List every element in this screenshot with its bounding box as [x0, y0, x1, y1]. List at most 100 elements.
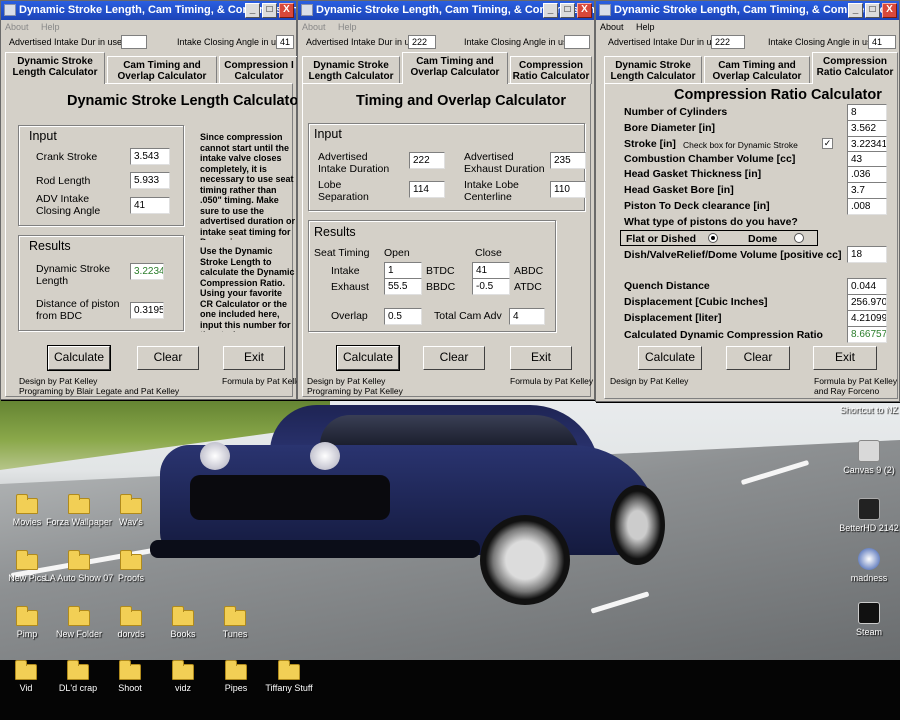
exit-button[interactable]: Exit: [510, 346, 572, 370]
exit-button[interactable]: Exit: [223, 346, 285, 370]
menu-about[interactable]: About: [600, 22, 624, 32]
flat-dished-radio[interactable]: [708, 233, 718, 243]
calculate-button[interactable]: Calculate: [336, 345, 400, 371]
dome-radio[interactable]: [794, 233, 804, 243]
flat-dished-label: Flat or Dished: [626, 233, 697, 245]
taskbar-icon-tiffany-stuff[interactable]: Tiffany Stuff: [254, 660, 324, 693]
tab-cam-timing[interactable]: Cam Timing and Overlap Calculator: [107, 56, 217, 84]
taskbar: Vid DL'd crap Shoot vidz Pipes Tiffany S…: [0, 660, 900, 720]
tab-compression[interactable]: Compression Ratio Calculator: [510, 56, 592, 84]
clear-button[interactable]: Clear: [423, 346, 485, 370]
intake-close-angle-label: Intake Closing Angle in use: [464, 37, 573, 47]
calculate-button[interactable]: Calculate: [638, 346, 702, 370]
quench-result: 0.044: [847, 278, 887, 295]
intake-lobe-centerline-input[interactable]: 110: [550, 181, 586, 198]
programming-credit: Programing by Blair Legate and Pat Kelle…: [19, 386, 180, 396]
title-bar[interactable]: Dynamic Stroke Length, Cam Timing, & Com…: [1, 1, 296, 20]
adv-intake-dur-label: Advertised Intake Dur in use: [9, 37, 123, 47]
maximize-button[interactable]: □: [865, 3, 880, 18]
seat-timing-label: Seat Timing: [314, 247, 370, 259]
close-button[interactable]: X: [279, 3, 294, 18]
calculate-button[interactable]: Calculate: [47, 345, 111, 371]
tab-compression[interactable]: Compression Ratio Calculator: [812, 52, 898, 84]
menu-help[interactable]: Help: [41, 22, 60, 32]
adv-intake-duration-input[interactable]: 222: [409, 152, 445, 169]
in-use-strip: Advertised Intake Dur in use 222 Intake …: [596, 34, 899, 52]
title-bar[interactable]: Dynamic Stroke Length, Cam Timing, & Com…: [596, 1, 899, 20]
exhaust-open-result: 55.5: [384, 278, 422, 295]
cylinders-input[interactable]: 8: [847, 104, 887, 121]
adv-intake-dur-field[interactable]: 222: [408, 35, 436, 49]
desktop-icon-steam[interactable]: Steam: [834, 602, 900, 637]
distance-bdc-result: 0.3195: [130, 302, 164, 319]
menu-about[interactable]: About: [5, 22, 29, 32]
desktop-icon-betterhd[interactable]: BetterHD 2142: [834, 498, 900, 533]
atdc-label: ATDC: [514, 281, 542, 293]
adv-intake-closing-input[interactable]: 41: [130, 197, 170, 214]
maximize-button[interactable]: □: [262, 3, 277, 18]
tab-dynamic-stroke[interactable]: Dynamic Stroke Length Calculator: [5, 52, 105, 84]
tab-dynamic-stroke[interactable]: Dynamic Stroke Length Calculator: [604, 56, 702, 84]
folder-icon: [224, 606, 246, 626]
desktop-icon-madness[interactable]: madness: [834, 548, 900, 583]
minimize-button[interactable]: _: [245, 3, 260, 18]
gasket-thickness-input[interactable]: .036: [847, 166, 887, 183]
adv-intake-closing-label: ADV Intake Closing Angle: [36, 193, 101, 217]
bore-label: Bore Diameter [in]: [624, 122, 716, 134]
results-group-title: Results: [314, 225, 356, 239]
close-button[interactable]: X: [882, 3, 897, 18]
desktop-icon-wavs[interactable]: Wav's: [96, 494, 166, 527]
adv-intake-dur-label: Advertised Intake Dur in use: [306, 37, 420, 47]
folder-icon: [172, 660, 194, 680]
bore-input[interactable]: 3.562: [847, 120, 887, 137]
tab-compression[interactable]: Compression I Calculator: [219, 56, 299, 84]
tab-cam-timing[interactable]: Cam Timing and Overlap Calculator: [704, 56, 810, 84]
formula-credit: Formula by Pat Kelley: [222, 376, 306, 386]
piston-type-question: What type of pistons do you have?: [624, 216, 798, 228]
dish-volume-input[interactable]: 18: [847, 246, 887, 263]
intake-close-angle-label: Intake Closing Angle in use: [768, 37, 877, 47]
window-compression-ratio: Dynamic Stroke Length, Cam Timing, & Com…: [595, 0, 900, 402]
rod-length-input[interactable]: 5.933: [130, 172, 170, 189]
folder-icon: [120, 606, 142, 626]
adv-exhaust-duration-input[interactable]: 235: [550, 152, 586, 169]
tab-cam-timing[interactable]: Cam Timing and Overlap Calculator: [402, 52, 508, 84]
intake-close-angle-field[interactable]: 41: [276, 35, 294, 49]
folder-icon: [68, 494, 90, 514]
adv-intake-dur-label: Advertised Intake Dur in use: [608, 37, 722, 47]
menu-help[interactable]: Help: [636, 22, 655, 32]
tab-dynamic-stroke[interactable]: Dynamic Stroke Length Calculator: [302, 56, 400, 84]
desktop-icon-proofs[interactable]: Proofs: [96, 550, 166, 583]
desktop-icon-tunes[interactable]: Tunes: [200, 606, 270, 639]
intake-close-angle-field[interactable]: 41: [868, 35, 896, 49]
desktop-icon-shortcut-nz[interactable]: Shortcut to NZ: [834, 405, 900, 415]
maximize-button[interactable]: □: [560, 3, 575, 18]
lobe-separation-input[interactable]: 114: [409, 181, 445, 198]
menu-about[interactable]: About: [302, 22, 326, 32]
clear-button[interactable]: Clear: [137, 346, 199, 370]
minimize-button[interactable]: _: [543, 3, 558, 18]
desktop-icon-canvas[interactable]: Canvas 9 (2): [834, 440, 900, 475]
displacement-ci-label: Displacement [Cubic Inches]: [624, 296, 768, 308]
title-bar[interactable]: Dynamic Stroke Length, Cam Timing, & Com…: [298, 1, 594, 20]
dynamic-stroke-checkbox[interactable]: ✓: [822, 138, 833, 149]
exhaust-close-result: -0.5: [472, 278, 510, 295]
adv-intake-dur-field[interactable]: [121, 35, 147, 49]
deck-clearance-input[interactable]: .008: [847, 198, 887, 215]
dcr-result: 8.66757: [847, 326, 887, 343]
total-cam-adv-label: Total Cam Adv: [434, 310, 502, 322]
clear-button[interactable]: Clear: [726, 346, 790, 370]
gasket-bore-input[interactable]: 3.7: [847, 182, 887, 199]
adv-intake-dur-field[interactable]: 222: [711, 35, 745, 49]
minimize-button[interactable]: _: [848, 3, 863, 18]
quench-label: Quench Distance: [624, 280, 710, 292]
intake-close-angle-field[interactable]: [564, 35, 590, 49]
close-button[interactable]: X: [577, 3, 592, 18]
in-use-strip: Advertised Intake Dur in use 222 Intake …: [298, 34, 594, 52]
overlap-result: 0.5: [384, 308, 422, 325]
seat-timing-note: Since compression cannot start until the…: [200, 132, 296, 240]
crank-stroke-input[interactable]: 3.543: [130, 148, 170, 165]
menu-help[interactable]: Help: [338, 22, 357, 32]
exit-button[interactable]: Exit: [813, 346, 877, 370]
dynamic-stroke-label: Dynamic Stroke Length: [36, 263, 111, 287]
